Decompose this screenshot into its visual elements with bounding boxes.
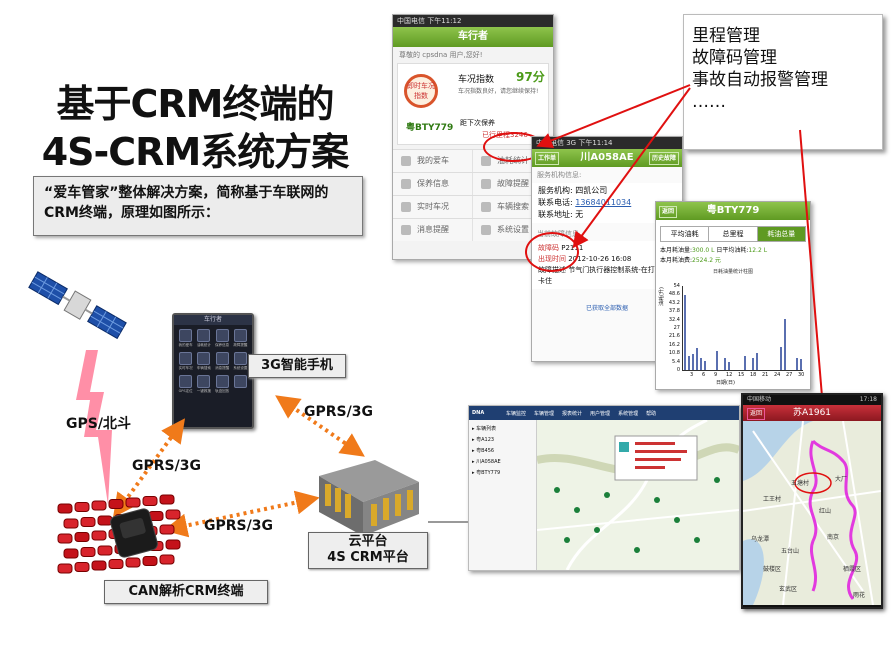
map-place-label: 红山 [819, 507, 831, 515]
car-shape [97, 545, 113, 556]
vehicle-pin-icon [554, 487, 560, 493]
car-shape [63, 518, 79, 529]
car-shape [108, 559, 124, 569]
web-nav-tab[interactable]: 车辆监控 [506, 410, 526, 417]
web-map [537, 420, 739, 570]
car-shape [165, 539, 181, 550]
car-shape [74, 562, 90, 572]
map-place-label: 鼓楼区 [763, 565, 781, 573]
web-sidebar-item[interactable]: ▸ 川A058AE [472, 457, 533, 468]
web-platform-screen: DNA 车辆监控 车辆管理 报表统计 用户管理 系统管理 帮助 ▸ 车辆列表 ▸ 粤A123… [468, 405, 740, 571]
car-shape [165, 509, 181, 520]
gprs-label-phone: GPRS/3G [132, 458, 201, 474]
car-shape [91, 530, 107, 541]
gprs-label-terminal: GPRS/3G [204, 518, 273, 534]
map-place-label: 南京 [827, 533, 839, 541]
car-shape [142, 556, 158, 566]
vehicle-pin-icon [694, 537, 700, 543]
vehicle-pin-icon [714, 477, 720, 483]
route-map: 五塘村工王村 大厂红山南京五台山鼓楼区玄武区 栖霞区雨花 乌龙潭 [743, 420, 881, 606]
map-place-label: 栖霞区 [843, 565, 861, 573]
car-shape [108, 499, 124, 509]
map-place-label: 五塘村 [791, 479, 809, 487]
map-place-label: 乌龙潭 [751, 535, 769, 543]
map-plate: 苏A1961 [792, 408, 832, 418]
map-place-label: 大厂 [835, 475, 847, 483]
map-place-label: 雨花 [853, 591, 865, 599]
web-sidebar-item[interactable]: ▸ 车辆列表 [472, 424, 533, 435]
vehicle-pin-icon [574, 507, 580, 513]
car-shape [159, 524, 175, 535]
car-shape [125, 557, 141, 568]
car-shape [159, 554, 175, 565]
car-shape [80, 547, 96, 557]
map-status-time: 17:18 [859, 396, 877, 403]
vehicle-pin-icon [674, 517, 680, 523]
map-place-label: 五台山 [781, 547, 799, 555]
cloud-label: 云平台 4S CRM平台 [308, 532, 428, 569]
car-shape [63, 548, 79, 559]
terminal-label: CAN解析CRM终端 [104, 580, 268, 604]
map-place-label: 工王村 [763, 495, 781, 503]
vehicle-pin-icon [594, 527, 600, 533]
car-shape [142, 496, 158, 506]
car-shape [57, 503, 73, 514]
map-phone-screen: 中国移动 17:18 返回 苏A1961 五塘村工王村 大厂红山南京五台山鼓楼区玄… [741, 393, 883, 609]
car-shape [74, 502, 90, 512]
web-sidebar-item[interactable]: ▸ 粤A123 [472, 435, 533, 446]
web-sidebar-item[interactable]: ▸ 粤BTY779 [472, 468, 533, 479]
web-sidebar: ▸ 车辆列表 ▸ 粤A123 ▸ 粤B456 ▸ 川A058AE ▸ 粤BTY779 [469, 420, 537, 570]
vehicle-pin-icon [604, 492, 610, 498]
car-shape [91, 560, 107, 571]
web-nav-tab[interactable]: 用户管理 [590, 410, 610, 417]
web-nav-tab[interactable]: 车辆管理 [534, 410, 554, 417]
cloud-label-line1: 云平台 [348, 534, 388, 549]
car-shape [74, 532, 90, 542]
gps-label: GPS/北斗 [66, 416, 131, 432]
map-back-button[interactable]: 返回 [747, 408, 766, 420]
server-rack-icon [319, 460, 419, 536]
vehicle-pin-icon [654, 497, 660, 503]
vehicle-pin-icon [564, 537, 570, 543]
car-shape [97, 515, 113, 526]
car-shape [91, 500, 107, 511]
map-place-label: 玄武区 [779, 585, 797, 593]
gprs-label-cloud: GPRS/3G [304, 404, 373, 420]
car-fleet-icon [57, 494, 181, 574]
car-shape [159, 494, 175, 505]
car-shape [80, 517, 96, 527]
cloud-label-line2: 4S CRM平台 [327, 550, 409, 565]
web-nav: DNA 车辆监控 车辆管理 报表统计 用户管理 系统管理 帮助 [469, 406, 739, 420]
web-sidebar-item[interactable]: ▸ 粤B456 [472, 446, 533, 457]
car-shape [57, 533, 73, 544]
web-nav-tab[interactable]: 帮助 [646, 410, 656, 417]
web-nav-tab[interactable]: 系统管理 [618, 410, 638, 417]
vehicle-pin-icon [634, 547, 640, 553]
web-nav-tab[interactable]: 报表统计 [562, 410, 582, 417]
car-shape [125, 497, 141, 508]
car-shape [57, 563, 73, 574]
map-status-carrier: 中国移动 [747, 396, 772, 403]
